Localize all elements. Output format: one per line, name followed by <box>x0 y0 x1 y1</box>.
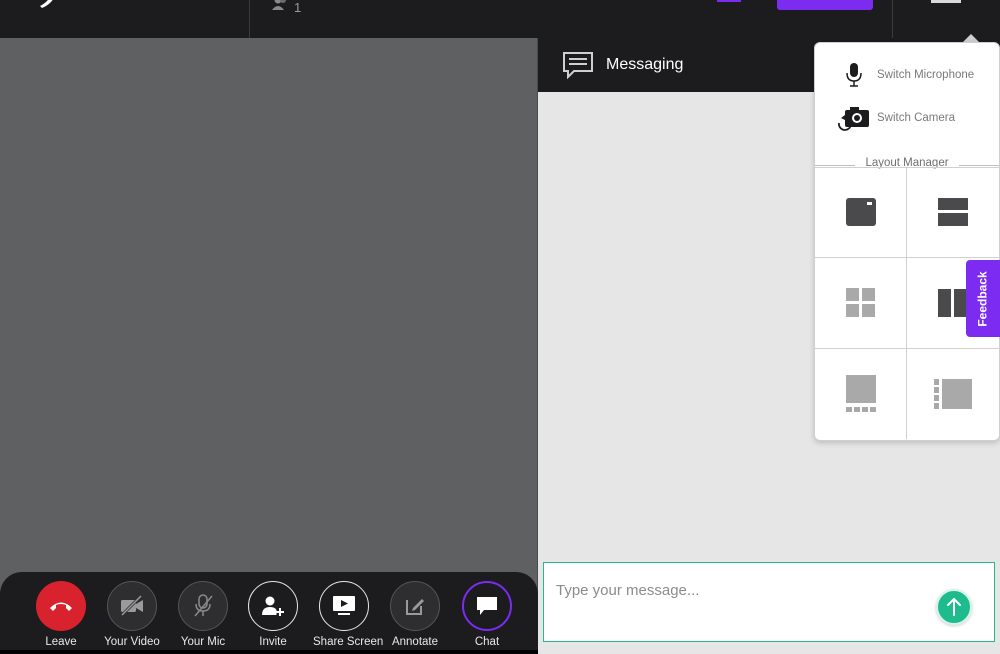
microphone-icon <box>835 60 873 90</box>
chat-label: Chat <box>474 636 500 648</box>
chat-button[interactable]: Chat <box>456 581 518 651</box>
app-logo <box>38 0 60 8</box>
single-speaker-layout-icon <box>845 198 876 226</box>
switch-camera-icon <box>835 103 873 133</box>
add-person-icon <box>262 596 284 616</box>
hang-up-icon <box>50 602 72 611</box>
layout-speaker-filmstrip-bottom[interactable] <box>815 349 906 439</box>
annotate-icon <box>406 599 424 615</box>
feedback-label: Feedback <box>976 270 991 327</box>
invite-button[interactable]: Invite <box>242 581 304 651</box>
arrow-up-icon <box>947 598 961 616</box>
your-video-button[interactable]: Your Video <box>101 581 163 651</box>
share-screen-button[interactable]: Share Screen <box>313 581 384 651</box>
leave-button[interactable]: Leave <box>30 581 92 651</box>
switch-camera-label: Switch Camera <box>877 112 955 124</box>
call-toolbar: Leave Your Video Your Mic Invite Share S… <box>0 572 538 654</box>
share-screen-circle <box>319 581 369 631</box>
chat-circle <box>462 581 512 631</box>
annotate-circle <box>390 581 440 631</box>
layout-grid-four[interactable] <box>815 258 906 348</box>
send-button[interactable] <box>936 589 972 625</box>
menu-toggle-button[interactable] <box>931 0 961 3</box>
invite-label: Invite <box>259 636 287 648</box>
layout-single-speaker[interactable] <box>815 167 906 257</box>
bottom-edge <box>0 650 538 654</box>
side-by-side-layout-icon <box>937 289 968 317</box>
speaker-filmstrip-bottom-layout-icon <box>845 375 876 412</box>
topbar-divider <box>892 0 893 38</box>
layout-stacked-two[interactable] <box>907 167 998 257</box>
mic-off-icon <box>194 594 213 617</box>
stacked-two-layout-icon <box>937 198 968 226</box>
messaging-icon <box>563 52 593 79</box>
participant-count[interactable]: 1 <box>272 0 302 15</box>
grid-four-layout-icon <box>845 288 875 317</box>
topbar-accent <box>717 0 741 2</box>
topbar-divider <box>249 0 250 38</box>
chat-title: Messaging <box>606 56 684 73</box>
participants-icon <box>272 0 286 10</box>
leave-label: Leave <box>45 636 77 648</box>
layout-speaker-filmstrip-left[interactable] <box>907 349 998 439</box>
topbar-action-button[interactable] <box>777 0 873 10</box>
annotate-button[interactable]: Annotate <box>384 581 446 651</box>
your-video-label: Your Video <box>104 636 160 648</box>
top-bar: 1 <box>0 0 1000 38</box>
speaker-filmstrip-left-layout-icon <box>933 379 972 409</box>
leave-circle <box>36 581 86 631</box>
invite-circle <box>248 581 298 631</box>
your-mic-button[interactable]: Your Mic <box>172 581 234 651</box>
video-off-icon <box>120 595 143 617</box>
your-video-circle <box>107 581 157 631</box>
switch-camera-item[interactable]: Switch Camera <box>815 100 999 136</box>
switch-microphone-item[interactable]: Switch Microphone <box>815 57 999 93</box>
your-mic-circle <box>178 581 228 631</box>
message-input[interactable] <box>554 577 928 603</box>
participant-count-value: 1 <box>294 0 302 15</box>
switch-microphone-label: Switch Microphone <box>877 69 975 81</box>
feedback-tab[interactable]: Feedback <box>966 260 1000 337</box>
screen-share-icon <box>333 596 355 615</box>
annotate-label: Annotate <box>391 636 439 648</box>
your-mic-label: Your Mic <box>180 636 226 648</box>
video-area <box>0 38 537 654</box>
chat-bubble-icon <box>477 597 497 615</box>
settings-dropdown: Switch Microphone Switch Camera Layout M… <box>814 42 1000 441</box>
message-compose-box <box>543 562 995 642</box>
share-screen-label: Share Screen <box>313 636 384 648</box>
